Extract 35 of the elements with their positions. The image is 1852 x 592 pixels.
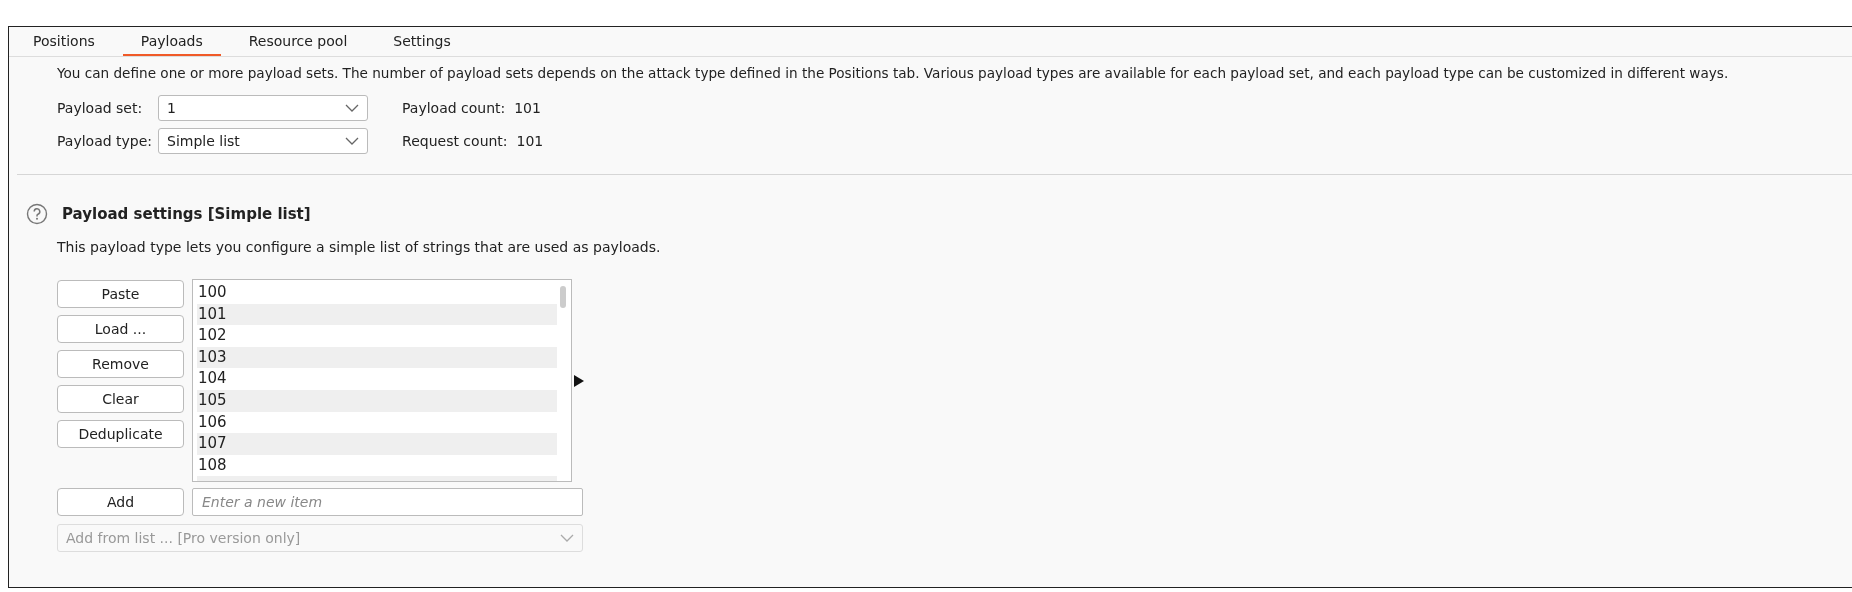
list-item[interactable]: 101 bbox=[197, 303, 557, 326]
list-item[interactable]: 106 bbox=[197, 411, 557, 434]
tab[interactable]: Resource pool bbox=[230, 27, 366, 56]
add-button[interactable]: Add bbox=[57, 488, 184, 516]
list-action-button[interactable]: Paste bbox=[57, 280, 184, 308]
scrollbar-thumb[interactable] bbox=[560, 286, 566, 308]
section-description: This payload type lets you configure a simple list of strings that are used as payloads. bbox=[57, 239, 662, 255]
payload-type-dropdown[interactable]: Simple list bbox=[158, 128, 369, 154]
input-field[interactable]: Enter a new item bbox=[192, 488, 583, 516]
list-item[interactable]: 108 bbox=[197, 454, 557, 477]
tab[interactable]: Settings bbox=[375, 27, 469, 56]
payload-set-dropdown[interactable]: 1 bbox=[158, 95, 369, 121]
list-item[interactable]: 105 bbox=[197, 389, 557, 412]
payload-set-label: Payload set: bbox=[57, 100, 144, 116]
tab[interactable]: Payloads bbox=[122, 27, 221, 56]
help-icon[interactable] bbox=[26, 203, 48, 225]
tab[interactable]: Positions bbox=[15, 27, 113, 56]
request-count: Request count: 101 bbox=[402, 133, 544, 149]
list-action-button[interactable]: Clear bbox=[57, 385, 184, 413]
list-action-button[interactable]: Remove bbox=[57, 350, 184, 378]
list-action-button[interactable]: Load ... bbox=[57, 315, 184, 343]
chevron-icon bbox=[345, 104, 360, 112]
chevron-icon bbox=[560, 534, 574, 542]
list-action-button[interactable]: Deduplicate bbox=[57, 420, 184, 448]
list-item[interactable]: 104 bbox=[197, 368, 557, 390]
intro-text: You can define one or more payload sets. The number of payload sets depends on the attack type defined in the Positions tab. Various payload types are available for each payload set, and each payload type can be customized in different ways. bbox=[57, 64, 1730, 81]
list-item[interactable]: 102 bbox=[197, 325, 557, 347]
triangle-icon[interactable] bbox=[574, 374, 584, 387]
payload-type-label: Payload type: bbox=[57, 133, 153, 149]
list-item[interactable]: 100 bbox=[197, 282, 557, 304]
list-item[interactable]: 107 bbox=[197, 433, 557, 455]
chevron-icon bbox=[345, 137, 360, 145]
payload-count: Payload count: 101 bbox=[402, 100, 542, 116]
list-item[interactable]: 103 bbox=[197, 346, 557, 369]
section-title: Payload settings [Simple list] bbox=[62, 205, 311, 223]
